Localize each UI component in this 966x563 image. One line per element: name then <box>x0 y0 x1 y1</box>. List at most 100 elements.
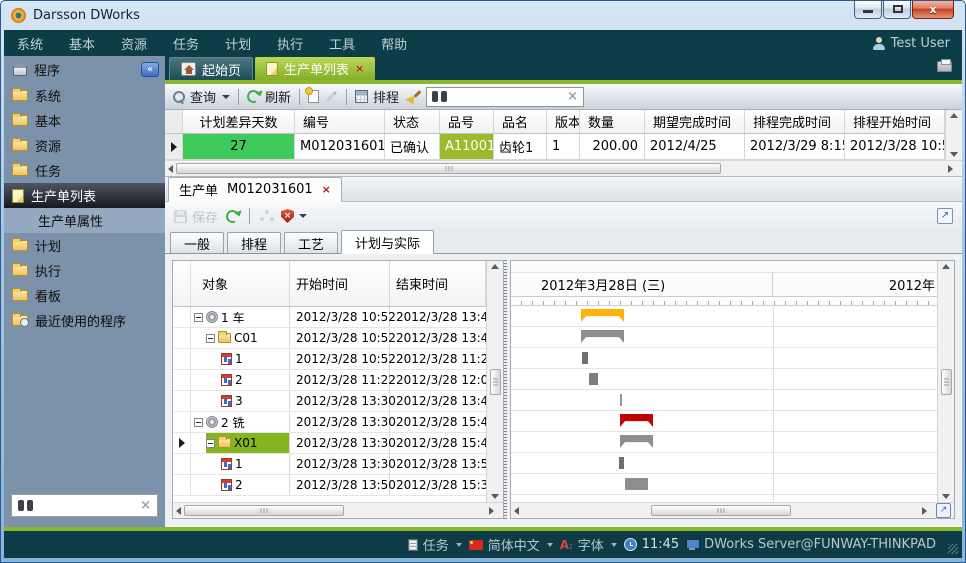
status-task-selector[interactable]: 任务 <box>408 535 462 554</box>
hscroll-thumb[interactable] <box>184 505 344 516</box>
tree-grid-hscrollbar[interactable] <box>173 502 503 518</box>
collapse-expander-icon[interactable] <box>194 313 203 322</box>
gantt-hscrollbar[interactable]: ↗ <box>511 502 954 518</box>
cell-start-time[interactable]: 2012/3/28 10:52 <box>290 307 390 327</box>
gantt-row[interactable] <box>511 369 937 390</box>
scroll-left-icon[interactable] <box>514 507 519 515</box>
status-font-selector[interactable]: A: 字体 <box>560 535 617 554</box>
cell-version[interactable]: 1 <box>547 134 580 159</box>
scroll-right-icon[interactable] <box>948 165 959 173</box>
cell-sched-start[interactable]: 2012/3/28 10:52 <box>845 134 945 159</box>
vscroll-thumb[interactable] <box>490 369 501 395</box>
column-header-object[interactable]: 对象 <box>191 261 290 306</box>
tree-row-op1b[interactable]: 1 2012/3/28 13:30 2012/3/28 13:50 <box>173 454 486 475</box>
menu-tools[interactable]: 工具 <box>316 30 368 56</box>
current-user[interactable]: Test User <box>873 36 962 51</box>
tab-production-order-list[interactable]: 生产单列表 × <box>255 57 375 80</box>
orders-grid-hscrollbar[interactable] <box>165 160 962 176</box>
cell-end-time[interactable]: 2012/3/28 15:30 <box>390 475 486 495</box>
sidebar-item-task[interactable]: 任务 <box>4 158 165 183</box>
schedule-button[interactable]: 排程 <box>355 87 399 106</box>
scroll-down-icon[interactable] <box>491 494 499 499</box>
gantt-bar-summary[interactable] <box>620 414 653 427</box>
column-header-code[interactable]: 编号 <box>295 110 385 133</box>
detail-refresh-button[interactable] <box>226 210 239 223</box>
gantt-row[interactable] <box>511 390 937 411</box>
sidebar-collapse-button[interactable]: « <box>141 62 159 77</box>
column-header-item-no[interactable]: 品号 <box>440 110 494 133</box>
clear-search-icon[interactable]: × <box>140 499 151 512</box>
save-button[interactable]: 保存 <box>174 207 218 226</box>
column-header-item-name[interactable]: 品名 <box>494 110 547 133</box>
scroll-up-icon[interactable] <box>950 113 958 118</box>
cell-end-time[interactable]: 2012/3/28 13:40 <box>390 307 486 327</box>
subtab-schedule[interactable]: 排程 <box>227 232 281 253</box>
tree-row-op2b[interactable]: 2 2012/3/28 13:50 2012/3/28 15:30 <box>173 475 486 496</box>
tree-row-machine-2[interactable]: 2 铣 2012/3/28 13:30 2012/3/28 15:40 <box>173 412 486 433</box>
gantt-bar-summary[interactable] <box>581 330 624 343</box>
scroll-up-icon[interactable] <box>491 264 499 269</box>
sidebar-search-input[interactable] <box>39 499 134 513</box>
cell-end-time[interactable]: 2012/3/28 13:40 <box>390 328 486 348</box>
cell-end-time[interactable]: 2012/3/28 13:40 <box>390 391 486 411</box>
gantt-bar-summary[interactable] <box>581 309 624 322</box>
close-doc-icon[interactable]: × <box>322 184 331 195</box>
clean-button[interactable] <box>405 90 420 104</box>
cell-diff-days[interactable]: 27 <box>183 134 295 159</box>
gantt-row[interactable] <box>511 327 937 348</box>
toolbar-search-input[interactable] <box>452 90 562 104</box>
close-button[interactable]: x <box>912 1 954 19</box>
column-header-diff-days[interactable]: 计划差异天数 <box>183 110 295 133</box>
gantt-bar-task[interactable] <box>582 352 588 364</box>
gantt-row[interactable] <box>511 474 937 495</box>
validate-button[interactable]: × <box>281 209 307 223</box>
gantt-row[interactable] <box>511 432 937 453</box>
gantt-bar-task[interactable] <box>625 478 648 490</box>
menu-task[interactable]: 任务 <box>160 30 212 56</box>
tree-grid-vscrollbar[interactable] <box>486 261 503 502</box>
menu-system[interactable]: 系统 <box>4 30 56 56</box>
menu-plan[interactable]: 计划 <box>212 30 264 56</box>
gantt-bar-summary[interactable] <box>620 435 653 448</box>
sidebar-item-production-order-list[interactable]: 生产单列表 <box>4 183 165 208</box>
cell-start-time[interactable]: 2012/3/28 13:50 <box>290 475 390 495</box>
orders-grid-row[interactable]: 27 M012031601 已确认 A11001 齿轮1 1 200.00 20… <box>165 134 945 160</box>
collapse-expander-icon[interactable] <box>194 418 203 427</box>
tree-row-x01-selected[interactable]: X01 2012/3/28 13:30 2012/3/28 15:40 <box>173 433 486 454</box>
hierarchy-button[interactable] <box>260 210 273 222</box>
cell-start-time[interactable]: 2012/3/28 13:30 <box>290 454 390 474</box>
clear-search-icon[interactable]: × <box>567 90 578 103</box>
hscroll-thumb[interactable] <box>651 505 791 516</box>
subtab-process[interactable]: 工艺 <box>284 232 338 253</box>
tree-row-c01[interactable]: C01 2012/3/28 10:52 2012/3/28 13:40 <box>173 328 486 349</box>
query-dropdown-icon[interactable] <box>222 95 230 99</box>
cell-end-time[interactable]: 2012/3/28 13:50 <box>390 454 486 474</box>
gantt-bar-task[interactable] <box>619 457 624 469</box>
sidebar-item-board[interactable]: 看板 <box>4 283 165 308</box>
status-language-selector[interactable]: 简体中文 <box>469 535 553 554</box>
sidebar-item-execute[interactable]: 执行 <box>4 258 165 283</box>
edit-button[interactable] <box>325 95 338 98</box>
column-header-sched-end[interactable]: 排程完成时间 <box>745 110 845 133</box>
cell-start-time[interactable]: 2012/3/28 10:52 <box>290 328 390 348</box>
scroll-right-icon[interactable] <box>922 507 933 515</box>
scroll-down-icon[interactable] <box>950 152 958 157</box>
gantt-bar-task[interactable] <box>620 394 622 406</box>
gantt-row[interactable] <box>511 348 937 369</box>
menu-execute[interactable]: 执行 <box>264 30 316 56</box>
sidebar-item-recent-programs[interactable]: 最近使用的程序 <box>4 308 165 333</box>
open-external-icon[interactable]: ↗ <box>937 208 953 224</box>
tree-row-op1[interactable]: 1 2012/3/28 10:52 2012/3/28 11:22 <box>173 349 486 370</box>
cell-expected-end[interactable]: 2012/4/25 <box>645 134 745 159</box>
cell-end-time[interactable]: 2012/3/28 15:40 <box>390 433 486 453</box>
tree-row-op2[interactable]: 2 2012/3/28 11:22 2012/3/28 12:00 <box>173 370 486 391</box>
gantt-expand-icon[interactable]: ↗ <box>936 503 951 518</box>
gantt-row[interactable] <box>511 453 937 474</box>
scroll-right-icon[interactable] <box>489 507 500 515</box>
cell-start-time[interactable]: 2012/3/28 10:52 <box>290 349 390 369</box>
column-header-expected-end[interactable]: 期望完成时间 <box>645 110 745 133</box>
cell-start-time[interactable]: 2012/3/28 13:30 <box>290 391 390 411</box>
tree-row-machine-1[interactable]: 1 车 2012/3/28 10:52 2012/3/28 13:40 <box>173 307 486 328</box>
cell-end-time[interactable]: 2012/3/28 12:00 <box>390 370 486 390</box>
tree-row-op3[interactable]: 3 2012/3/28 13:30 2012/3/28 13:40 <box>173 391 486 412</box>
